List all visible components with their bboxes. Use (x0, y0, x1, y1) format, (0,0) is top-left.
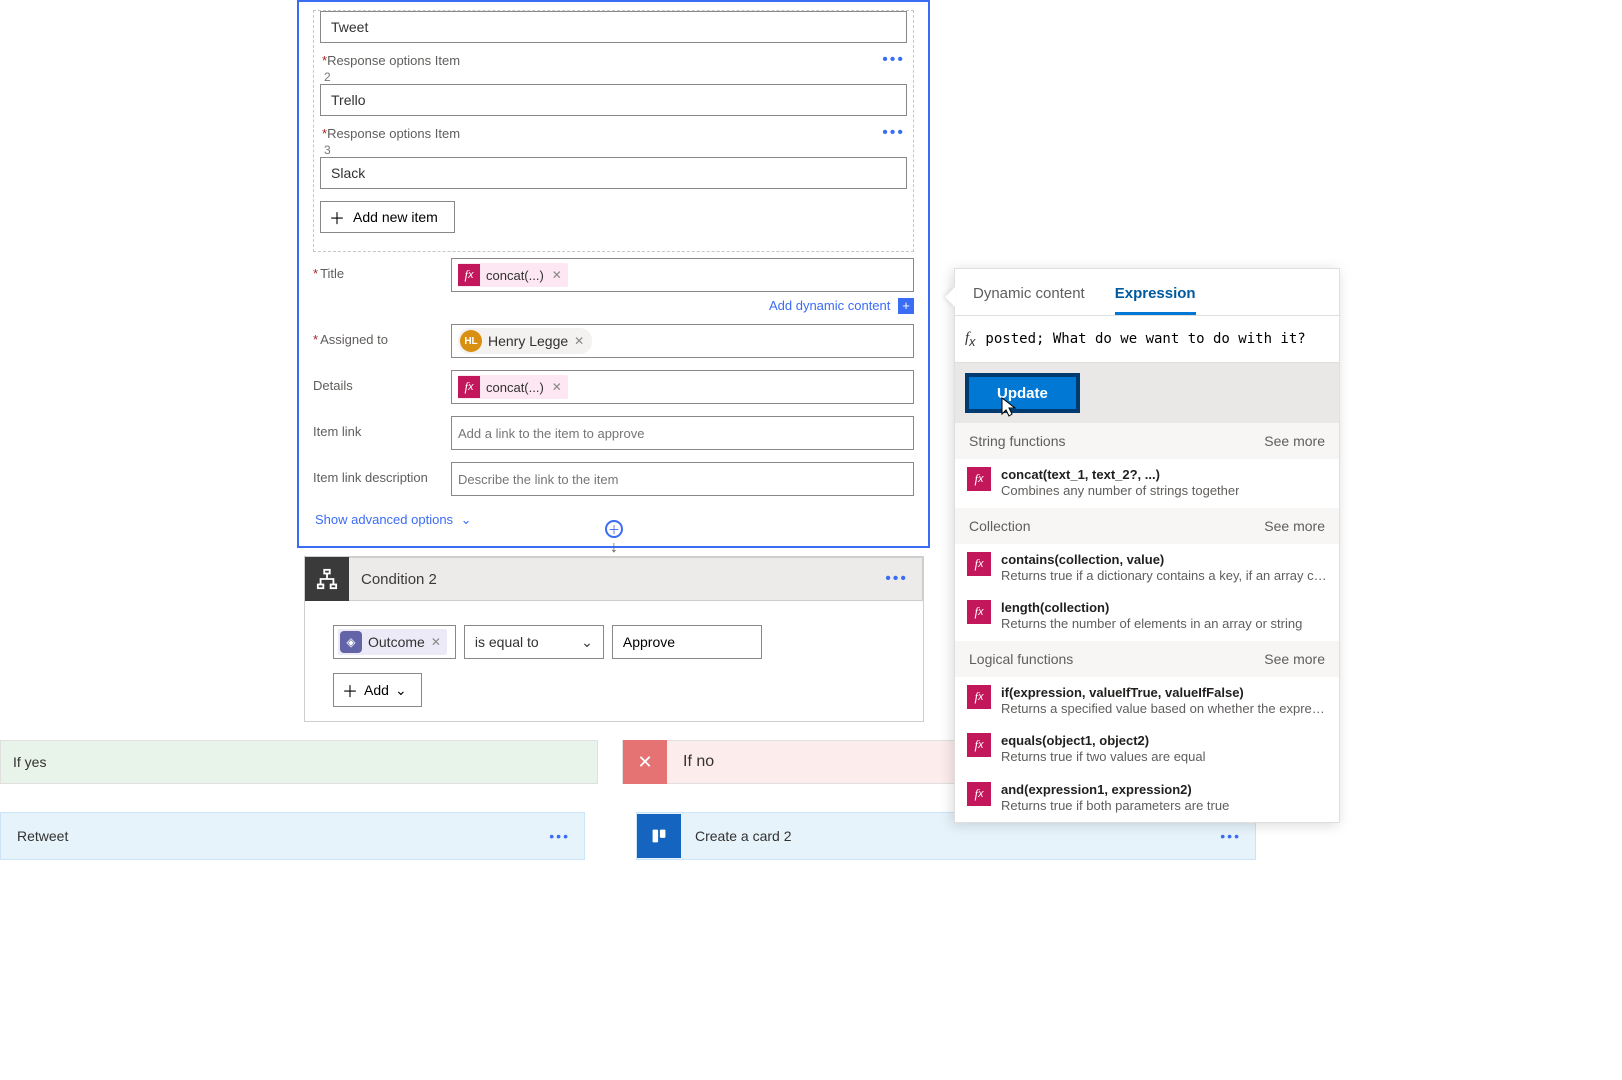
plus-icon: ＋ (329, 205, 345, 229)
condition-card: Condition 2 ••• ◈ Outcome ✕ is equal to … (304, 556, 924, 722)
chip-remove-icon[interactable]: ✕ (552, 268, 562, 282)
dynamic-plus-icon[interactable]: + (898, 298, 914, 314)
retweet-action-card[interactable]: Retweet ••• (0, 812, 585, 860)
chip-remove-icon[interactable]: ✕ (574, 334, 584, 348)
item-link-desc-input[interactable] (458, 465, 907, 493)
item-link-input-wrap (451, 416, 914, 450)
section-collection: Collection See more (955, 508, 1339, 544)
item-link-desc-label: Item link description (313, 462, 443, 485)
details-label: Details (313, 370, 443, 393)
see-more-collection[interactable]: See more (1264, 518, 1325, 534)
response-item-3-index: 3 (320, 143, 907, 157)
response-item-2-label: *Response options Item ••• (320, 47, 907, 70)
flow-arrow-icon: ↓ (605, 539, 623, 557)
fn-equals[interactable]: fx equals(object1, object2)Returns true … (955, 725, 1339, 774)
tab-expression[interactable]: Expression (1115, 285, 1196, 315)
condition-icon (305, 557, 349, 601)
fn-contains[interactable]: fx contains(collection, value)Returns tr… (955, 544, 1339, 593)
outcome-variable-chip[interactable]: ◈ Outcome ✕ (338, 629, 447, 655)
title-input[interactable]: fx concat(...) ✕ (451, 258, 914, 292)
title-fx-chip[interactable]: fx concat(...) ✕ (458, 263, 568, 287)
response-item-2-input[interactable] (320, 84, 907, 116)
title-label: *Title (313, 258, 443, 281)
outcome-icon: ◈ (340, 631, 362, 653)
see-more-string[interactable]: See more (1264, 433, 1325, 449)
response-item-2-more-icon[interactable]: ••• (882, 51, 905, 69)
tab-dynamic-content[interactable]: Dynamic content (973, 285, 1085, 315)
assigned-to-input[interactable]: HL Henry Legge ✕ (451, 324, 914, 358)
approval-action-card: *Response options Item ••• 2 *Response o… (297, 0, 930, 548)
condition-left-operand[interactable]: ◈ Outcome ✕ (333, 625, 456, 659)
fx-icon: fx (458, 264, 480, 286)
fn-concat[interactable]: fx concat(text_1, text_2?, ...)Combines … (955, 459, 1339, 508)
chevron-down-icon: ⌄ (395, 682, 407, 699)
trello-icon (637, 814, 681, 858)
response-options-group: *Response options Item ••• 2 *Response o… (313, 10, 914, 252)
condition-title[interactable]: Condition 2 ••• (349, 557, 923, 601)
expression-popup: Dynamic content Expression fx Update Str… (954, 268, 1340, 823)
update-button[interactable]: Update (965, 373, 1080, 413)
add-dynamic-content-link[interactable]: Add dynamic content (769, 298, 890, 313)
add-step-button[interactable]: ＋ (605, 520, 623, 538)
details-input[interactable]: fx concat(...) ✕ (451, 370, 914, 404)
chip-remove-icon[interactable]: ✕ (552, 380, 562, 394)
item-link-desc-input-wrap (451, 462, 914, 496)
add-step-connector: ＋ ↓ (605, 520, 623, 557)
expression-input[interactable] (985, 331, 1329, 347)
plus-icon: ＋ (342, 678, 358, 702)
assigned-person-chip[interactable]: HL Henry Legge ✕ (458, 328, 592, 354)
response-item-3-more-icon[interactable]: ••• (882, 124, 905, 142)
fn-and[interactable]: fx and(expression1, expression2)Returns … (955, 774, 1339, 823)
details-fx-chip[interactable]: fx concat(...) ✕ (458, 375, 568, 399)
item-link-input[interactable] (458, 419, 907, 447)
fx-icon: fx (967, 733, 991, 757)
condition-operator-select[interactable]: is equal to ⌄ (464, 625, 604, 659)
fn-length[interactable]: fx length(collection)Returns the number … (955, 592, 1339, 641)
item-link-label: Item link (313, 416, 443, 439)
assigned-to-label: *Assigned to (313, 324, 443, 347)
fx-icon: fx (967, 685, 991, 709)
fx-icon: fx (967, 467, 991, 491)
fx-icon: fx (458, 376, 480, 398)
close-icon: ✕ (623, 740, 667, 784)
response-item-2-index: 2 (320, 70, 907, 84)
fn-if[interactable]: fx if(expression, valueIfTrue, valueIfFa… (955, 677, 1339, 726)
response-item-3-label: *Response options Item ••• (320, 120, 907, 143)
condition-more-icon[interactable]: ••• (871, 570, 922, 588)
response-item-1-input[interactable] (320, 11, 907, 43)
chip-remove-icon[interactable]: ✕ (431, 635, 441, 649)
condition-value-input[interactable] (612, 625, 762, 659)
chevron-down-icon: ⌄ (581, 634, 593, 651)
add-response-item-button[interactable]: ＋ Add new item (320, 201, 455, 233)
retweet-more-icon[interactable]: ••• (549, 828, 570, 844)
fx-icon: fx (967, 552, 991, 576)
section-string-functions: String functions See more (955, 423, 1339, 459)
fx-icon: fx (967, 600, 991, 624)
chevron-down-icon: ⌄ (461, 512, 472, 528)
if-yes-branch-header[interactable]: If yes (0, 740, 598, 784)
section-logical: Logical functions See more (955, 641, 1339, 677)
see-more-logical[interactable]: See more (1264, 651, 1325, 667)
avatar: HL (460, 330, 482, 352)
add-condition-button[interactable]: ＋ Add ⌄ (333, 673, 422, 707)
fx-icon: fx (967, 782, 991, 806)
response-item-3-input[interactable] (320, 157, 907, 189)
create-card-more-icon[interactable]: ••• (1220, 828, 1241, 844)
fx-icon: fx (965, 330, 975, 349)
